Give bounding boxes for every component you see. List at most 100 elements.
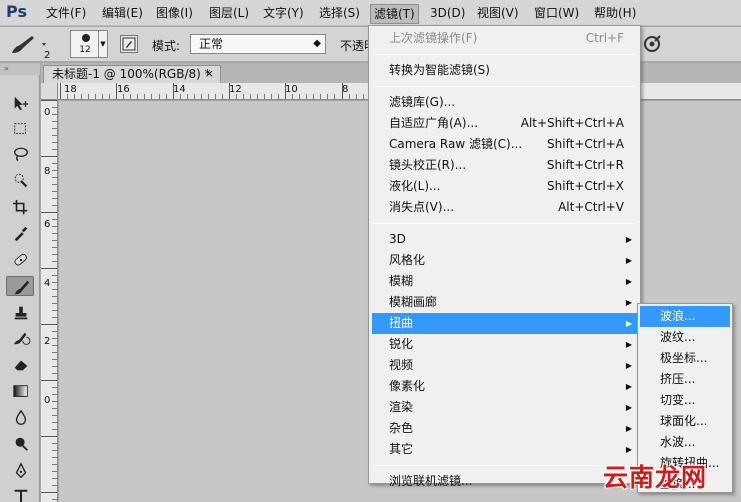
menu-separator (373, 223, 637, 224)
tool-move[interactable] (6, 93, 34, 113)
brush-panel-button[interactable] (120, 35, 138, 53)
filter-menu-item[interactable]: 模糊 ▶ (372, 271, 638, 292)
filter-menu-item[interactable]: Camera Raw 滤镜(C)... Shift+Ctrl+A (372, 134, 638, 155)
ruler-minor-tick (242, 94, 244, 99)
ruler-label: 4 (44, 278, 51, 289)
filter-menu-item[interactable]: 渲染 ▶ (372, 397, 638, 418)
filter-menu-item[interactable]: 风格化 ▶ (372, 250, 638, 271)
menu-item[interactable]: 3D(D) (427, 4, 468, 24)
ruler-minor-tick (165, 94, 167, 99)
ruler-label: 6 (44, 219, 51, 230)
clone-stamp-icon (14, 306, 28, 320)
ruler-tick (41, 156, 57, 157)
tool-brush[interactable] (6, 276, 34, 296)
tool-pen[interactable] (6, 460, 34, 480)
filter-menu-item[interactable]: 浏览联机滤镜... (372, 471, 638, 492)
filter-menu-item[interactable]: 杂色 ▶ (372, 418, 638, 439)
ruler-minor-tick (313, 94, 315, 99)
distort-menu-item[interactable]: 水波... (640, 432, 730, 453)
menu-item[interactable]: 图层(L) (206, 4, 252, 24)
ruler-minor-tick (88, 94, 90, 99)
ruler-tick (41, 324, 57, 325)
filter-menu-item[interactable]: 扭曲 ▶ (372, 313, 638, 334)
tool-marquee[interactable] (6, 119, 34, 139)
filter-menu-item-label: 像素化 (389, 379, 426, 393)
distort-menu-item[interactable]: 极坐标... (640, 348, 730, 369)
menu-item[interactable]: 视图(V) (474, 4, 522, 24)
ruler-minor-tick (151, 94, 153, 99)
filter-menu-item[interactable]: 视频 ▶ (372, 355, 638, 376)
menu-item[interactable]: 滤镜(T) (370, 4, 419, 24)
toolbox-grip[interactable]: » (0, 63, 40, 75)
filter-menu-item[interactable]: 消失点(V)... Alt+Ctrl+V (372, 197, 638, 218)
tool-gradient[interactable] (6, 381, 34, 401)
menu-item[interactable]: 窗口(W) (531, 4, 582, 24)
ruler-minor-tick (221, 94, 223, 99)
submenu-arrow-icon: ▶ (625, 382, 632, 391)
filter-menu-item[interactable]: 锐化 ▶ (372, 334, 638, 355)
filter-menu-item[interactable]: 转换为智能滤镜(S) (372, 60, 638, 81)
distort-menu-item[interactable]: 切变... (640, 390, 730, 411)
ruler-tick (41, 436, 57, 437)
distort-menu-item[interactable]: 球面化... (640, 411, 730, 432)
menu-item[interactable]: 文件(F) (43, 4, 89, 24)
submenu-arrow-icon: ▶ (625, 298, 632, 307)
ruler-origin[interactable] (41, 83, 58, 100)
brush-preset-picker[interactable]: 12 ▼ (70, 30, 108, 58)
tool-quick-select[interactable] (6, 170, 34, 190)
tool-clone-stamp[interactable] (6, 302, 34, 322)
tool-healing-brush[interactable] (6, 249, 34, 269)
distort-menu-item[interactable]: 波浪... (640, 306, 730, 327)
menu-item[interactable]: 图像(I) (153, 4, 196, 24)
tool-blur[interactable] (6, 407, 34, 427)
tool-lasso[interactable] (6, 144, 34, 164)
menu-item[interactable]: 选择(S) (316, 4, 363, 24)
ruler-tick (52, 387, 57, 388)
ruler-minor-tick (102, 94, 104, 99)
menu-separator (373, 465, 637, 466)
ruler-minor-tick (278, 94, 280, 99)
document-tab[interactable]: 未标题-1 @ 100%(RGB/8) * × (43, 65, 221, 83)
ruler-tick (52, 275, 57, 276)
vertical-ruler[interactable]: 2 0 8 6 4 2 0 (41, 50, 58, 502)
menu-item[interactable]: 编辑(E) (99, 4, 146, 24)
tool-history-brush[interactable] (6, 328, 34, 348)
ruler-minor-tick (299, 94, 301, 99)
ruler-label: 16 (117, 84, 130, 95)
gradient-icon (13, 385, 28, 397)
tool-dodge[interactable] (6, 433, 34, 453)
keyboard-shortcut: Shift+Ctrl+R (546, 158, 624, 172)
move-icon (14, 96, 29, 111)
menu-item[interactable]: 文字(Y) (260, 4, 307, 24)
brush-size-value: 12 (79, 45, 91, 55)
filter-menu-item[interactable]: 液化(L)... Shift+Ctrl+X (372, 176, 638, 197)
distort-menu-item[interactable]: 波纹... (640, 327, 730, 348)
ruler-minor-tick (320, 94, 322, 99)
ruler-tick (52, 177, 57, 178)
tool-type[interactable] (6, 486, 34, 502)
distort-menu-item[interactable]: 挤压... (640, 369, 730, 390)
ruler-minor-tick (250, 94, 251, 99)
mode-select[interactable]: 正常 ◆ (190, 34, 326, 54)
filter-menu-item[interactable]: 模糊画廊 ▶ (372, 292, 638, 313)
ruler-tick (52, 303, 57, 304)
close-icon[interactable]: × (205, 66, 214, 82)
ruler-tick (52, 471, 57, 472)
filter-menu-item[interactable]: 自适应广角(A)... Alt+Shift+Ctrl+A (372, 113, 638, 134)
filter-menu-item[interactable]: 滤镜库(G)... (372, 92, 638, 113)
filter-menu-item[interactable]: 3D ▶ (372, 229, 638, 250)
brush-tip-preview (82, 34, 90, 42)
menu-item[interactable]: 帮助(H) (591, 4, 639, 24)
submenu-arrow-icon: ▶ (625, 235, 632, 244)
filter-menu-item[interactable]: 镜头校正(R)... Shift+Ctrl+R (372, 155, 638, 176)
ruler-minor-tick (355, 94, 357, 99)
history-brush-icon (13, 332, 31, 345)
filter-menu-item[interactable]: 像素化 ▶ (372, 376, 638, 397)
tool-eyedropper[interactable] (6, 223, 34, 243)
submenu-arrow-icon: ▶ (625, 424, 632, 433)
tool-crop[interactable] (6, 197, 34, 217)
quick-select-icon (14, 173, 28, 188)
tool-eraser[interactable] (6, 354, 34, 374)
filter-menu-item[interactable]: 其它 ▶ (372, 439, 638, 460)
pressure-toggle[interactable] (642, 34, 662, 54)
